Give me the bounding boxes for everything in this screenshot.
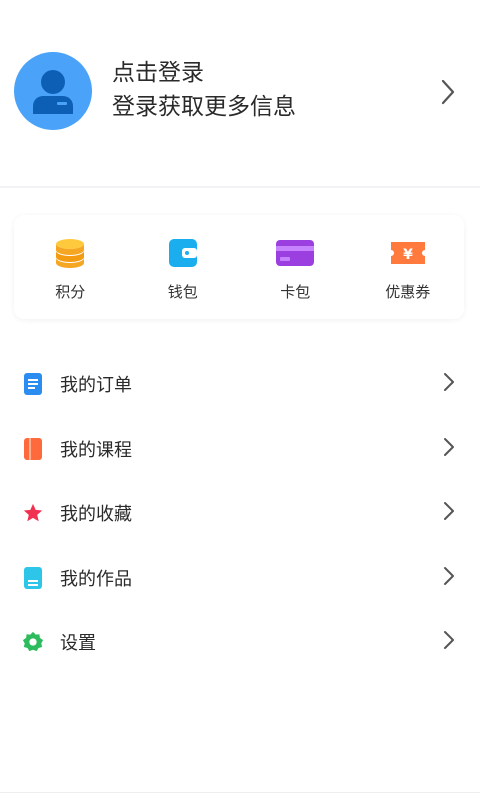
shortcut-label: 优惠券 [385,283,431,301]
course-icon [21,437,45,461]
star-icon [21,501,45,525]
bottom-divider [0,792,480,793]
menu-item-courses[interactable]: 我的课程 [0,417,480,482]
chevron-right-icon [442,565,456,591]
coins-icon [50,235,90,271]
menu-item-label: 我的课程 [60,439,132,461]
shortcut-cards[interactable]: 卡包 [239,215,352,319]
card-icon [275,235,315,271]
gear-icon [21,630,45,654]
shortcut-coupons[interactable]: ¥ 优惠券 [352,215,465,319]
svg-text:¥: ¥ [403,247,413,263]
menu-list: 我的订单 我的课程 我的收藏 我的作品 设置 [0,352,480,675]
chevron-right-icon [442,371,456,397]
works-icon [21,566,45,590]
login-title[interactable]: 点击登录 [112,56,296,90]
shortcut-wallet[interactable]: 钱包 [127,215,240,319]
shortcut-label: 卡包 [280,283,311,301]
menu-item-works[interactable]: 我的作品 [0,546,480,611]
coupon-icon: ¥ [388,235,428,271]
shortcut-label: 钱包 [167,283,198,301]
chevron-right-icon [442,629,456,655]
menu-item-favorites[interactable]: 我的收藏 [0,481,480,546]
menu-item-settings[interactable]: 设置 [0,610,480,675]
menu-item-label: 我的订单 [60,375,132,397]
user-avatar-icon [14,52,92,130]
menu-item-label: 我的作品 [60,568,132,590]
order-icon [21,372,45,396]
section-divider [0,186,480,188]
wallet-icon [163,235,203,271]
menu-item-label: 我的收藏 [60,504,132,526]
profile-header[interactable]: 点击登录 登录获取更多信息 [0,0,480,186]
shortcut-label: 积分 [55,283,86,301]
chevron-right-icon[interactable] [438,78,458,110]
shortcut-panel: 积分 钱包 卡包 ¥ 优惠券 [14,215,464,319]
menu-item-label: 设置 [60,633,96,655]
chevron-right-icon [442,436,456,462]
menu-item-orders[interactable]: 我的订单 [0,352,480,417]
login-subtitle: 登录获取更多信息 [112,94,296,120]
chevron-right-icon [442,500,456,526]
shortcut-points[interactable]: 积分 [14,215,127,319]
